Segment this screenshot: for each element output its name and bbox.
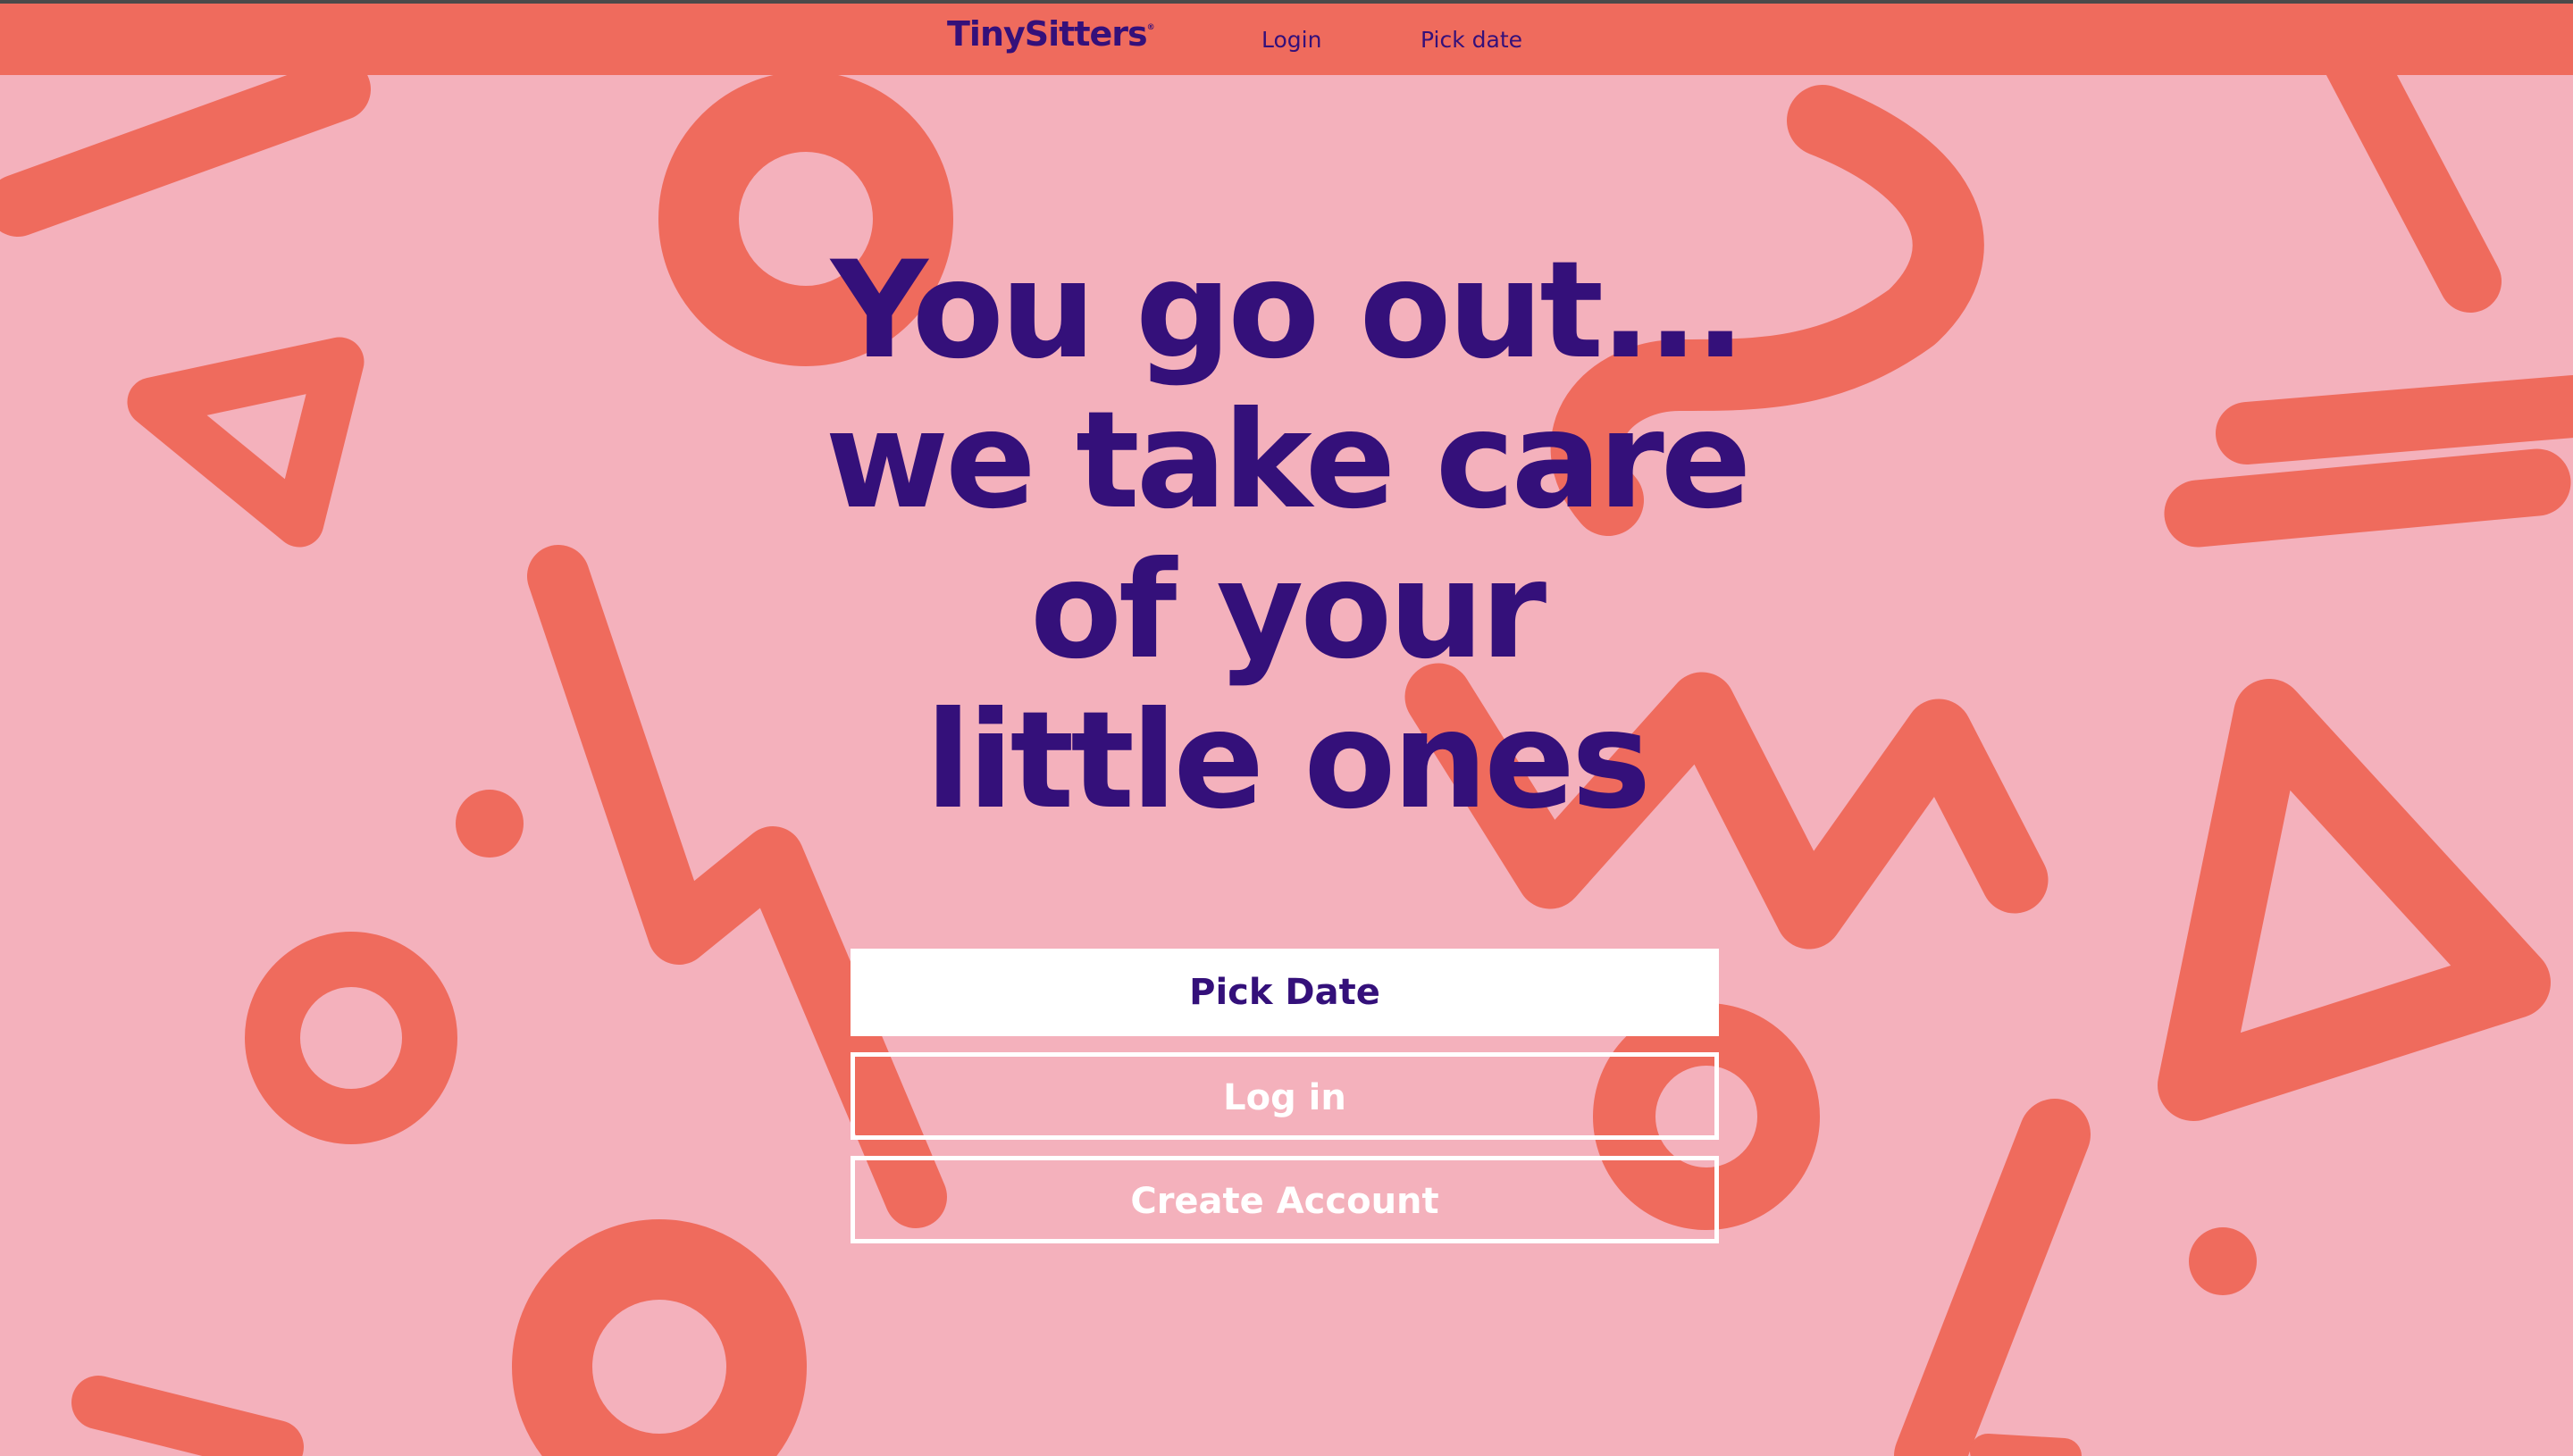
hero-line-2: we take care bbox=[825, 383, 1752, 539]
log-in-button[interactable]: Log in bbox=[851, 1052, 1719, 1140]
nav-login-link[interactable]: Login bbox=[1261, 27, 1321, 53]
hero-line-1: You go out... bbox=[830, 233, 1746, 389]
nav-pick-date-link[interactable]: Pick date bbox=[1421, 27, 1522, 53]
hero-actions: Pick Date Log in Create Account bbox=[851, 949, 1719, 1259]
brand-logo[interactable]: TinySitters® bbox=[947, 14, 1155, 54]
pick-date-button[interactable]: Pick Date bbox=[851, 949, 1719, 1036]
hero-heading: You go out... we take care of your littl… bbox=[0, 236, 2573, 836]
brand-name: TinySitters bbox=[947, 14, 1148, 54]
top-navbar: TinySitters® Login Pick date bbox=[0, 4, 2573, 75]
brand-registered-mark: ® bbox=[1146, 23, 1155, 32]
hero-line-3: of your bbox=[1029, 533, 1546, 689]
hero-line-4: little ones bbox=[925, 683, 1651, 839]
create-account-button[interactable]: Create Account bbox=[851, 1156, 1719, 1243]
